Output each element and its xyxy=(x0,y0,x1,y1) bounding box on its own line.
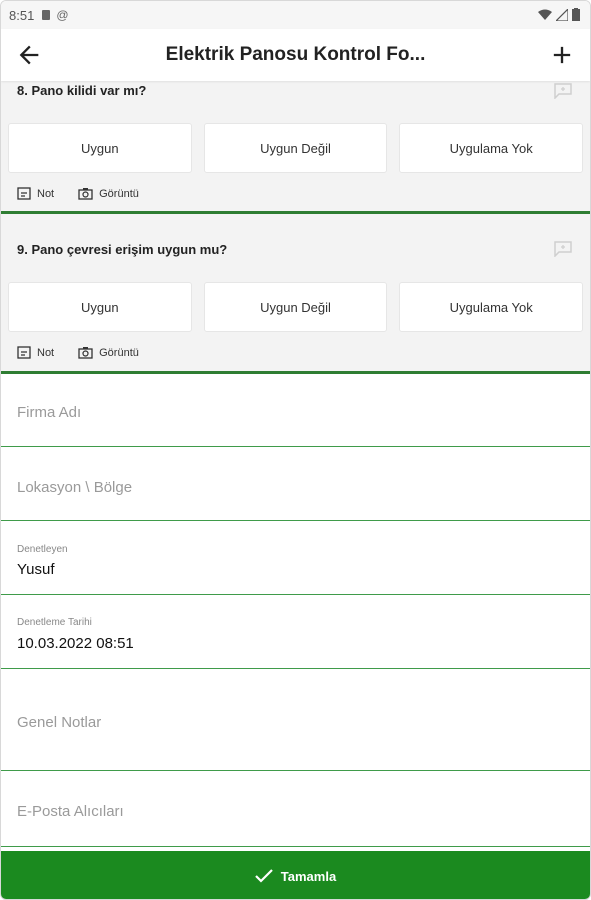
add-icon[interactable] xyxy=(548,41,576,69)
page-title: Elektrik Panosu Kontrol Fo... xyxy=(165,44,426,65)
option-uygulama-yok[interactable]: Uygulama Yok xyxy=(399,282,584,332)
eposta-field[interactable]: E-Posta Alıcıları xyxy=(1,771,590,847)
note-button[interactable]: Not xyxy=(17,346,54,359)
question-actions: Not Görüntü xyxy=(17,346,139,359)
comment-icon[interactable] xyxy=(554,241,572,257)
firma-placeholder: Firma Adı xyxy=(17,404,82,421)
comment-icon[interactable] xyxy=(554,83,572,99)
image-label: Görüntü xyxy=(99,187,139,200)
field-underline xyxy=(1,846,590,847)
note-button[interactable]: Not xyxy=(17,187,54,200)
answer-options: Uygun Uygun Değil Uygulama Yok xyxy=(8,123,584,173)
option-uygulama-yok[interactable]: Uygulama Yok xyxy=(399,123,584,173)
tarih-field[interactable]: Denetleme Tarihi 10.03.2022 08:51 xyxy=(1,595,590,669)
denetleyen-value: Yusuf xyxy=(17,561,55,578)
camera-icon xyxy=(78,188,93,200)
firma-field[interactable]: Firma Adı xyxy=(1,374,590,447)
option-uygun[interactable]: Uygun xyxy=(8,282,192,332)
status-time: 8:51 xyxy=(9,7,35,23)
check-icon xyxy=(255,869,273,883)
note-icon xyxy=(17,346,31,359)
wifi-icon xyxy=(538,9,552,20)
camera-icon xyxy=(78,347,93,359)
image-button[interactable]: Görüntü xyxy=(78,346,139,359)
lokasyon-placeholder: Lokasyon \ Bölge xyxy=(17,479,133,496)
image-label: Görüntü xyxy=(99,346,139,359)
question-card: 9. Pano çevresi erişim uygun mu? Uygun U… xyxy=(1,214,590,371)
question-card: 8. Pano kilidi var mı? Uygun Uygun Değil… xyxy=(1,81,590,211)
notlar-placeholder: Genel Notlar xyxy=(17,714,102,731)
signal-icon xyxy=(556,8,568,21)
question-actions: Not Görüntü xyxy=(17,187,139,200)
option-uygun-degil[interactable]: Uygun Değil xyxy=(203,123,388,173)
form-content: 8. Pano kilidi var mı? Uygun Uygun Değil… xyxy=(1,81,590,851)
battery-icon xyxy=(572,8,580,21)
eposta-placeholder: E-Posta Alıcıları xyxy=(17,803,124,820)
image-button[interactable]: Görüntü xyxy=(78,187,139,200)
complete-button[interactable]: Tamamla xyxy=(1,851,590,899)
status-bar: 8:51 @ xyxy=(1,1,590,29)
sd-card-icon xyxy=(42,10,51,20)
denetleyen-label: Denetleyen xyxy=(17,544,68,555)
option-uygun-degil[interactable]: Uygun Değil xyxy=(203,282,388,332)
note-icon xyxy=(17,187,31,200)
note-label: Not xyxy=(37,346,55,359)
denetleyen-field[interactable]: Denetleyen Yusuf xyxy=(1,521,590,595)
app-frame: 8:51 @ Elektrik Panosu Kontrol Fo... 8. … xyxy=(0,0,591,900)
at-sign-icon: @ xyxy=(56,8,69,22)
tarih-value: 10.03.2022 08:51 xyxy=(17,635,134,652)
answer-options: Uygun Uygun Değil Uygulama Yok xyxy=(8,282,584,332)
app-bar: Elektrik Panosu Kontrol Fo... xyxy=(1,29,590,81)
tarih-label: Denetleme Tarihi xyxy=(17,617,92,628)
lokasyon-field[interactable]: Lokasyon \ Bölge xyxy=(1,447,590,521)
question-title: 8. Pano kilidi var mı? xyxy=(17,83,147,98)
notlar-field[interactable]: Genel Notlar xyxy=(1,669,590,771)
note-label: Not xyxy=(37,187,55,200)
complete-label: Tamamla xyxy=(280,868,337,884)
status-icons xyxy=(538,8,580,21)
option-uygun[interactable]: Uygun xyxy=(8,123,192,173)
question-title: 9. Pano çevresi erişim uygun mu? xyxy=(17,242,228,257)
